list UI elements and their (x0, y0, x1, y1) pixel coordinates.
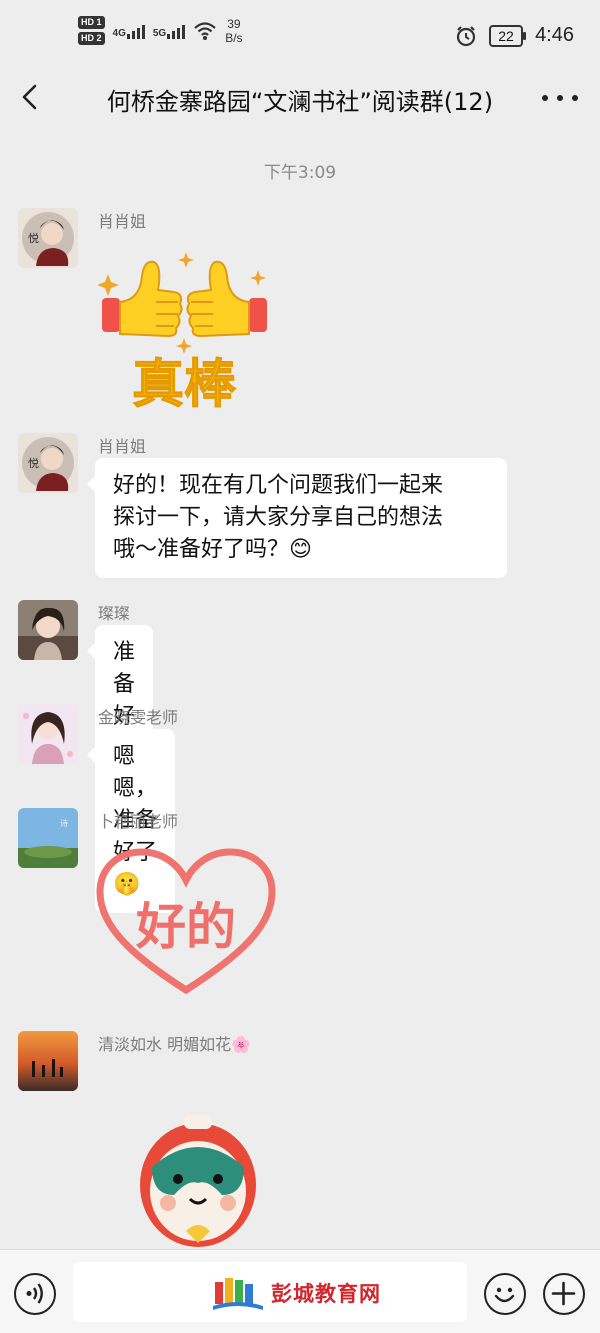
network2-label: 5G (152, 27, 167, 39)
sender-name: 肖肖姐 (98, 212, 147, 231)
voice-button[interactable] (14, 1273, 56, 1315)
sender-name: 金晓雯老师 (98, 708, 179, 727)
signal-bars-icon (126, 23, 145, 39)
sticker[interactable] (128, 1107, 268, 1247)
network-speed: 39 B/s (225, 17, 242, 45)
avatar-image: 悦 (18, 208, 78, 268)
chat-title: 何桥金寨路园“文澜书社”阅读群(12) (106, 88, 494, 116)
chat-header: 何桥金寨路园“文澜书社”阅读群(12) (0, 70, 600, 126)
emoji-icon (494, 1287, 515, 1303)
avatar[interactable]: 悦 (18, 433, 78, 493)
alarm-icon (456, 25, 476, 46)
message-text-line: 哦～准备好了吗？😊 (113, 537, 312, 562)
more-functions-button[interactable] (543, 1273, 585, 1315)
sender-name: 肖肖姐 (98, 437, 147, 456)
svg-text:诗: 诗 (60, 818, 68, 828)
superhero-mascot-sticker-icon (140, 1115, 256, 1247)
avatar-image: 悦 (18, 433, 78, 493)
avatar[interactable]: 诗 (18, 808, 78, 868)
status-bar: HD 1 HD 2 4G 5G 39 B/s 22 4:46 (0, 0, 600, 70)
more-dot-icon (572, 95, 578, 101)
clock-time: 4:46 (535, 24, 574, 46)
wifi-icon (194, 21, 216, 40)
more-dot-icon (557, 95, 563, 101)
avatar-image (18, 600, 78, 660)
sim-indicators: HD 1 HD 2 (78, 16, 105, 45)
avatar-image: 诗 (18, 808, 78, 868)
message-timestamp: 下午3:09 (263, 163, 337, 183)
voice-icon (26, 1283, 43, 1304)
watermark-text: 彭城教育网 (271, 1282, 381, 1306)
signal-bars-icon (167, 23, 186, 39)
sticker[interactable]: 真棒 (97, 246, 273, 416)
heart-sticker-icon: 好的 (96, 848, 276, 995)
more-dot-icon (542, 95, 548, 101)
speed-unit: B/s (225, 30, 243, 45)
watermark: 彭城教育网 (213, 1276, 381, 1310)
thumbs-up-sticker-icon: 真棒 (97, 252, 267, 416)
svg-text:悦: 悦 (28, 456, 39, 470)
message-text-line: 好的！现在有几个问题我们一起来 (113, 473, 444, 498)
book-logo-icon (213, 1278, 263, 1310)
avatar[interactable] (18, 600, 78, 660)
sender-name: 卜艳丽老师 (98, 812, 179, 831)
avatar[interactable] (18, 1031, 78, 1091)
plus-icon (551, 1281, 576, 1306)
avatar[interactable] (18, 704, 78, 764)
more-options-button[interactable] (542, 84, 578, 112)
sender-name: 清淡如水 明媚如花🌸 (98, 1035, 252, 1054)
avatar[interactable]: 悦 (18, 208, 78, 268)
status-left: HD 1 HD 2 4G 5G 39 B/s (78, 16, 243, 45)
status-right: 22 4:46 (455, 24, 574, 47)
message-bubble[interactable]: 好的！现在有几个问题我们一起来 探讨一下，请大家分享自己的想法 哦～准备好了吗？… (87, 458, 507, 578)
avatar-image (18, 1031, 78, 1091)
sticker[interactable]: 好的 (96, 848, 276, 998)
network1-signal: 4G (113, 23, 145, 39)
sticker-caption: 好的 (135, 898, 236, 956)
svg-text:悦: 悦 (28, 231, 39, 245)
sim2-badge: HD 2 (78, 32, 105, 45)
sim1-badge: HD 1 (78, 16, 105, 29)
emoji-button[interactable] (484, 1273, 526, 1315)
avatar-image (18, 704, 78, 764)
network1-label: 4G (112, 27, 126, 39)
speed-value: 39 (227, 16, 241, 31)
battery-icon: 22 (489, 24, 527, 47)
sticker-caption: 真棒 (132, 355, 237, 411)
message-text-line: 探讨一下，请大家分享自己的想法 (113, 505, 444, 530)
sender-name: 璨璨 (98, 604, 131, 623)
network2-signal: 5G (152, 23, 186, 39)
